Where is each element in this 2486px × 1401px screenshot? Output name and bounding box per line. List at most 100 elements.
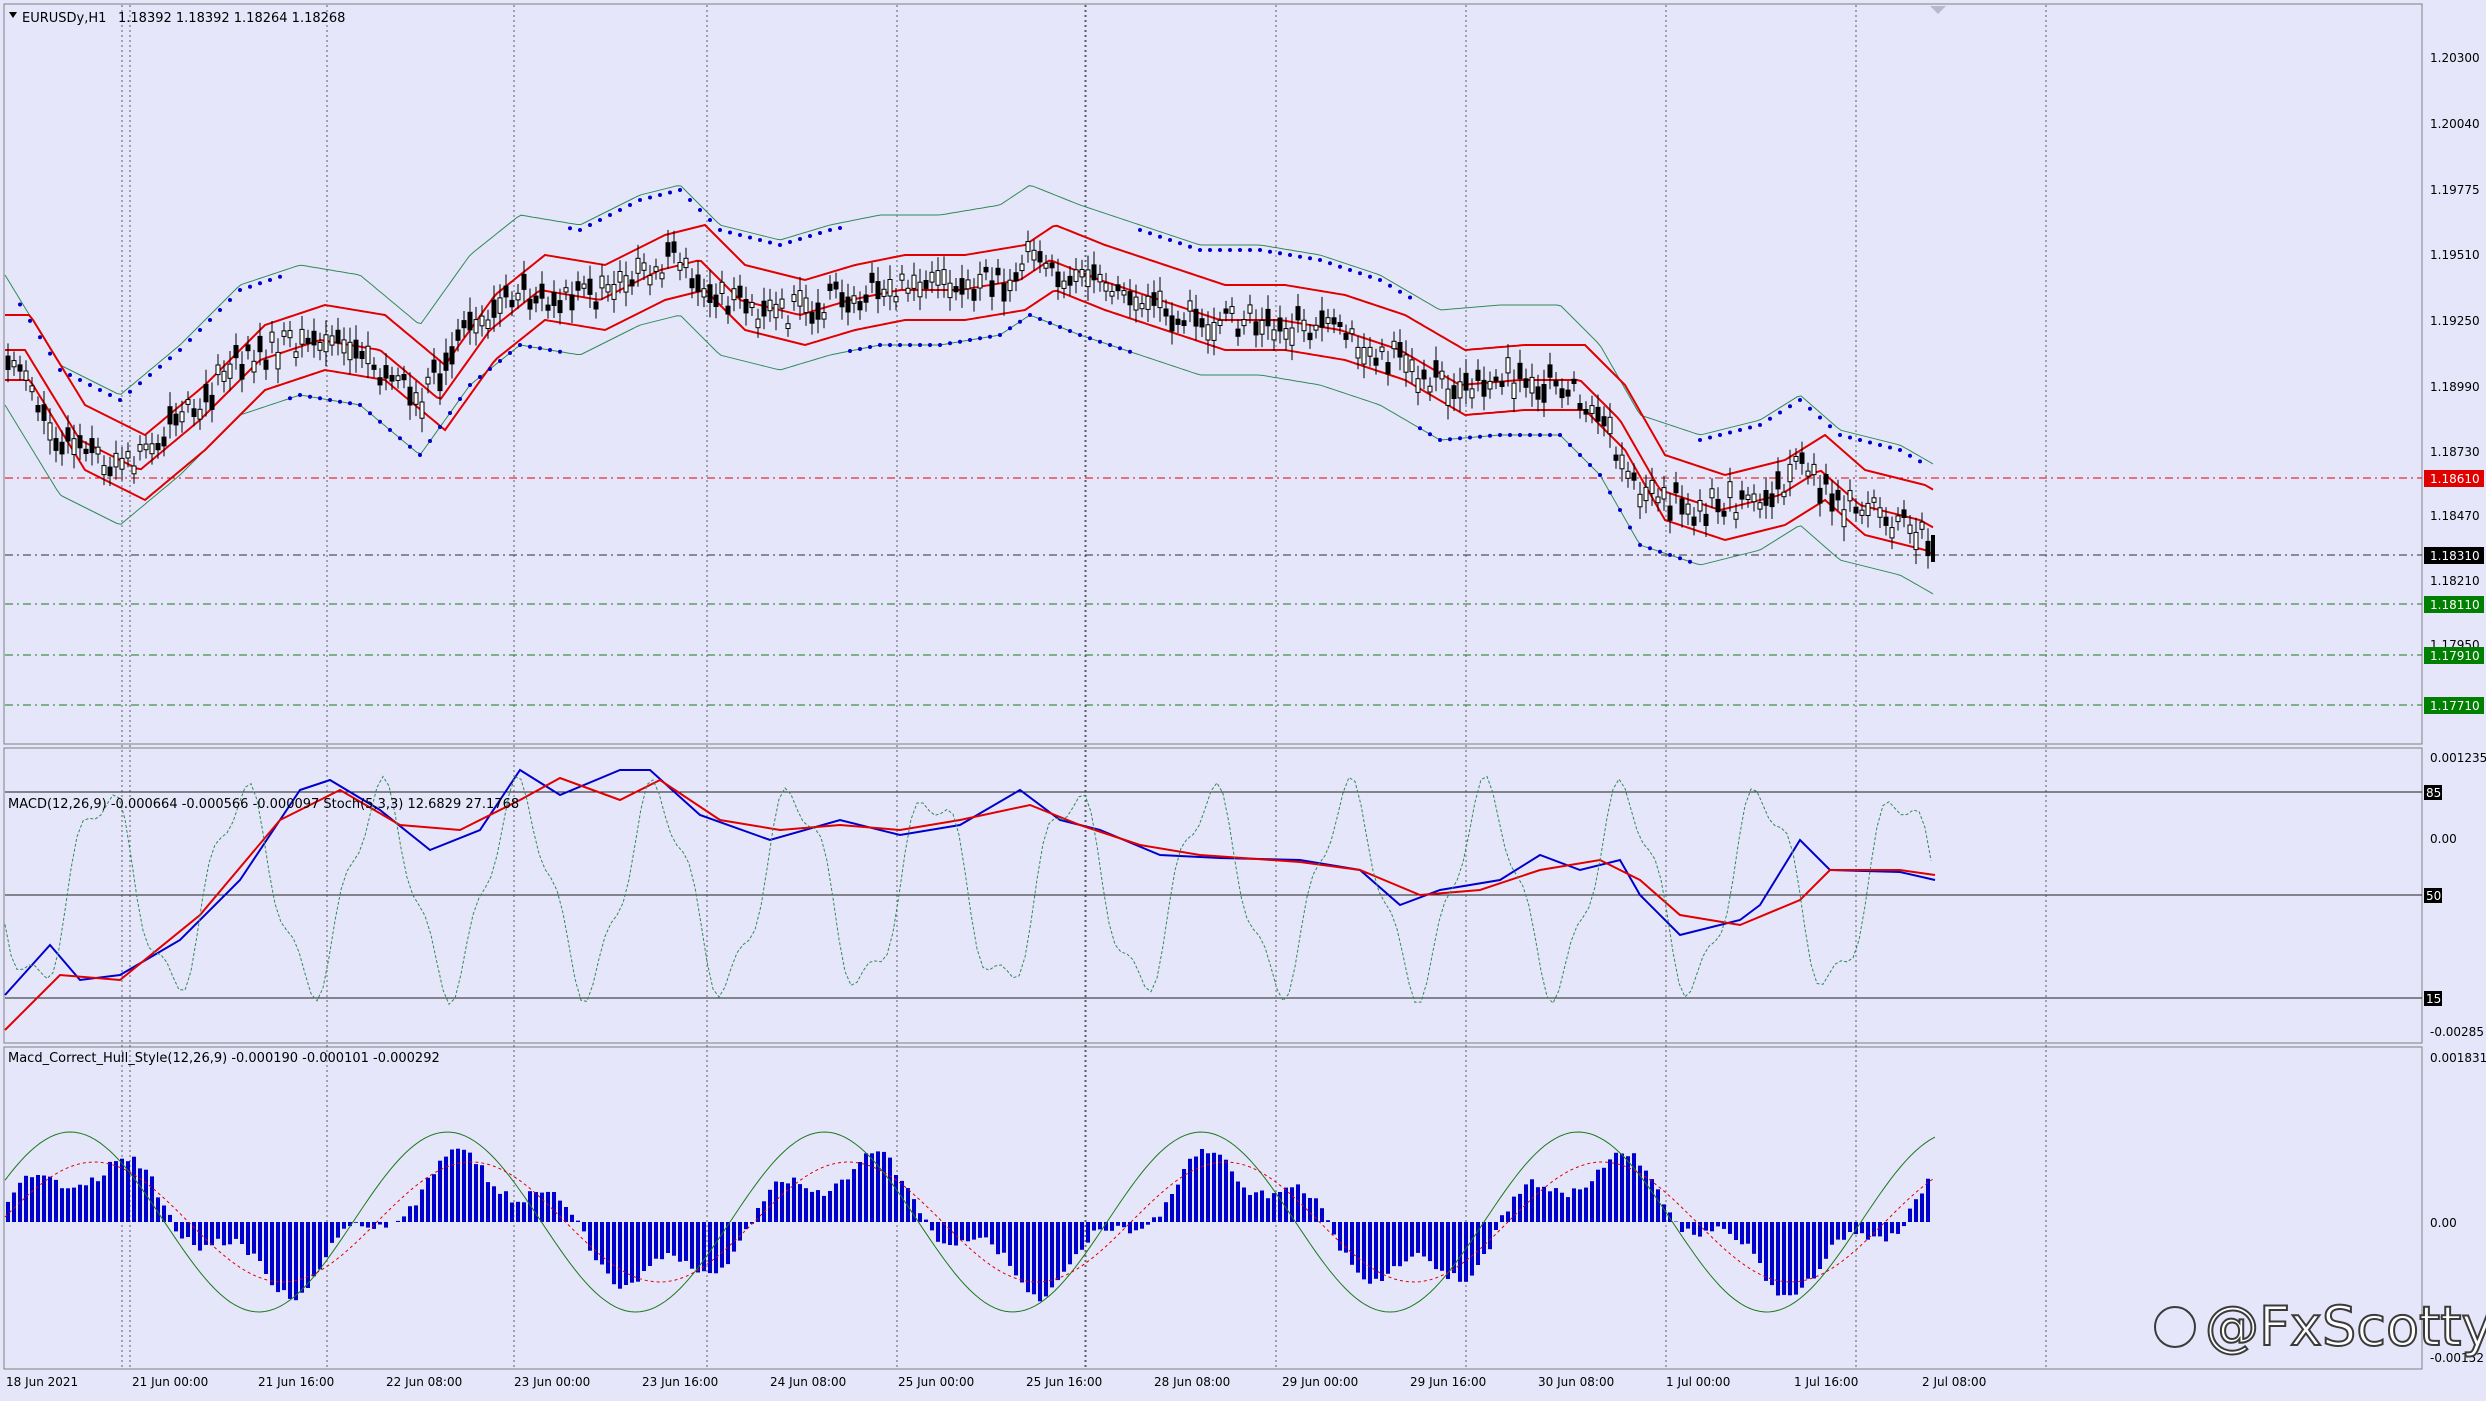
candle-body [725, 305, 731, 315]
candle-body [215, 364, 221, 376]
price-tick: 1.20040 [2430, 117, 2480, 131]
sar-dot [1048, 321, 1052, 325]
histogram-bar [1224, 1159, 1228, 1222]
candle-body [701, 288, 707, 298]
candle-body [1007, 279, 1013, 292]
histogram-bar [1752, 1222, 1756, 1254]
candle-body [1493, 376, 1499, 382]
candle-body [1181, 320, 1187, 327]
sar-dot [928, 343, 932, 347]
candle-body [1775, 471, 1781, 490]
candle-body [299, 328, 305, 345]
current-price-value: 1.18310 [2430, 549, 2480, 563]
sar-dot [1788, 404, 1792, 409]
sar-dot [948, 341, 952, 346]
candle-body [977, 273, 983, 289]
histogram-bar [204, 1222, 208, 1245]
candle-body [1757, 502, 1763, 510]
histogram-bar [1254, 1192, 1258, 1222]
sar-dot [498, 359, 502, 363]
time-tick: 30 Jun 08:00 [1538, 1375, 1614, 1389]
candle-body [1139, 303, 1145, 310]
panel-collapse-icon[interactable] [9, 12, 17, 18]
candle-body [1697, 500, 1703, 512]
candle-body [1277, 317, 1283, 332]
sar-dot [418, 453, 422, 457]
candle-body [227, 363, 233, 379]
histogram-bar [1650, 1179, 1654, 1222]
sar-dot [688, 198, 692, 202]
candle-body [713, 294, 719, 308]
sar-dot [1248, 248, 1252, 252]
candle-body [71, 438, 77, 456]
candle-body [371, 364, 377, 370]
candle-body [491, 299, 497, 318]
price-panel[interactable] [3, 3, 2423, 745]
sar-dot [1858, 438, 1862, 442]
histogram-bar [1380, 1222, 1384, 1281]
sar-dot [808, 234, 812, 238]
price-axis: 1.20300 1.20040 1.19775 1.19510 1.19250 … [2424, 51, 2484, 714]
ohlc-readout: 1.18392 1.18392 1.18264 1.18268 [118, 11, 345, 26]
histogram-bar [822, 1195, 826, 1222]
histogram-bar [636, 1222, 640, 1282]
candle-body [1637, 493, 1643, 508]
candle-body [1205, 324, 1211, 341]
candle-body [785, 323, 791, 330]
histogram-bar [1326, 1220, 1330, 1222]
sar-dot [1688, 559, 1692, 564]
histogram-bar [714, 1222, 718, 1274]
histogram-bar [486, 1182, 490, 1222]
sar-dot [1258, 248, 1262, 252]
candle-body [1445, 388, 1451, 406]
histogram-bar [408, 1206, 412, 1222]
sar-dot [1878, 443, 1882, 447]
histogram-bar [498, 1193, 502, 1222]
candle-body [1583, 409, 1589, 415]
histogram-bar [1740, 1222, 1744, 1245]
candle-body [1703, 513, 1709, 527]
chart-canvas[interactable]: EURUSDy,H1 1.18392 1.18392 1.18264 1.182… [0, 0, 2486, 1401]
chart-window[interactable]: EURUSDy,H1 1.18392 1.18392 1.18264 1.182… [0, 0, 2486, 1401]
histogram-bar [60, 1188, 64, 1222]
candle-body [689, 278, 695, 289]
sar-dot [1598, 473, 1602, 477]
histogram-bar [414, 1205, 418, 1222]
histogram-bar [1746, 1222, 1750, 1244]
sar-dot [1078, 333, 1082, 337]
candle-body [1433, 360, 1439, 378]
candle-body [1103, 282, 1109, 292]
histogram-bar [336, 1222, 340, 1238]
candle-body [191, 408, 197, 417]
sar-dot [1648, 546, 1652, 551]
sar-dot [1718, 433, 1722, 437]
candle-body [1025, 241, 1031, 253]
histogram-bar [606, 1222, 610, 1274]
candle-body [1619, 454, 1625, 470]
histogram-bar [996, 1222, 1000, 1255]
sar-dot [1008, 326, 1012, 331]
candle-body [401, 374, 407, 381]
sar-dot [158, 364, 162, 369]
candle-body [281, 330, 287, 337]
histogram-bar [1710, 1222, 1714, 1232]
shift-marker-icon[interactable] [1930, 6, 1946, 14]
sar-dot [818, 231, 822, 235]
sar-dot [788, 240, 792, 244]
candle-body [119, 457, 125, 470]
candle-body [791, 294, 797, 303]
sar-dot [508, 351, 512, 355]
histogram-bar [1062, 1222, 1066, 1272]
histogram-bar [780, 1182, 784, 1222]
histogram-bar [516, 1201, 520, 1222]
candle-body [1871, 497, 1877, 503]
sar-dot [968, 338, 972, 342]
histogram-bar [1674, 1221, 1678, 1222]
histogram-bar [990, 1222, 994, 1245]
candle-body [1055, 271, 1061, 288]
candle-body [107, 466, 113, 477]
histogram-bar [936, 1222, 940, 1242]
candle-body [611, 284, 617, 300]
histogram-bar [1848, 1222, 1852, 1232]
candle-body [311, 330, 317, 346]
